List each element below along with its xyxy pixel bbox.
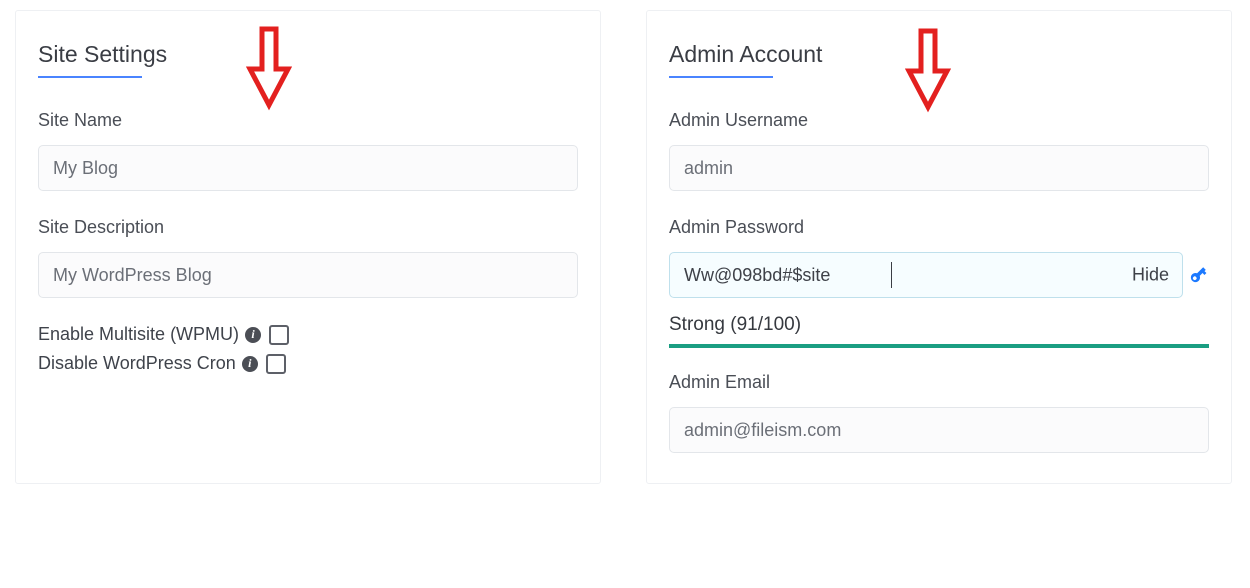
- site-name-field: Site Name: [38, 110, 578, 191]
- site-name-label: Site Name: [38, 110, 578, 131]
- multisite-label: Enable Multisite (WPMU): [38, 324, 239, 345]
- site-description-label: Site Description: [38, 217, 578, 238]
- info-icon[interactable]: i: [245, 327, 261, 343]
- cron-option-row: Disable WordPress Cron i: [38, 353, 578, 374]
- multisite-option-row: Enable Multisite (WPMU) i: [38, 324, 578, 345]
- admin-email-field: Admin Email: [669, 372, 1209, 453]
- admin-email-input[interactable]: [669, 407, 1209, 453]
- password-strength-text: Strong (91/100): [669, 314, 1209, 336]
- info-icon[interactable]: i: [242, 356, 258, 372]
- admin-username-input[interactable]: [669, 145, 1209, 191]
- admin-account-panel: Admin Account Admin Username Admin Passw…: [646, 10, 1232, 484]
- site-description-field: Site Description: [38, 217, 578, 298]
- admin-password-input[interactable]: [669, 252, 1183, 298]
- password-row: Hide: [669, 252, 1209, 298]
- admin-password-label: Admin Password: [669, 217, 1209, 238]
- site-name-input[interactable]: [38, 145, 578, 191]
- password-strength-bar: [669, 344, 1209, 348]
- key-icon[interactable]: [1187, 264, 1209, 286]
- text-cursor: [891, 262, 892, 288]
- site-description-input[interactable]: [38, 252, 578, 298]
- password-visibility-toggle[interactable]: Hide: [1132, 265, 1169, 286]
- site-settings-panel: Site Settings Site Name Site Description…: [15, 10, 601, 484]
- title-underline: [669, 76, 773, 78]
- admin-username-label: Admin Username: [669, 110, 1209, 131]
- admin-username-field: Admin Username: [669, 110, 1209, 191]
- multisite-checkbox[interactable]: [269, 325, 289, 345]
- red-arrow-annotation: [246, 25, 292, 111]
- cron-checkbox[interactable]: [266, 354, 286, 374]
- title-underline: [38, 76, 142, 78]
- admin-email-label: Admin Email: [669, 372, 1209, 393]
- red-arrow-annotation: [905, 27, 951, 113]
- site-settings-title: Site Settings: [38, 41, 578, 68]
- admin-account-title: Admin Account: [669, 41, 1209, 68]
- password-input-wrap: Hide: [669, 252, 1183, 298]
- admin-password-field: Admin Password Hide Strong (91/100): [669, 217, 1209, 348]
- cron-label: Disable WordPress Cron: [38, 353, 236, 374]
